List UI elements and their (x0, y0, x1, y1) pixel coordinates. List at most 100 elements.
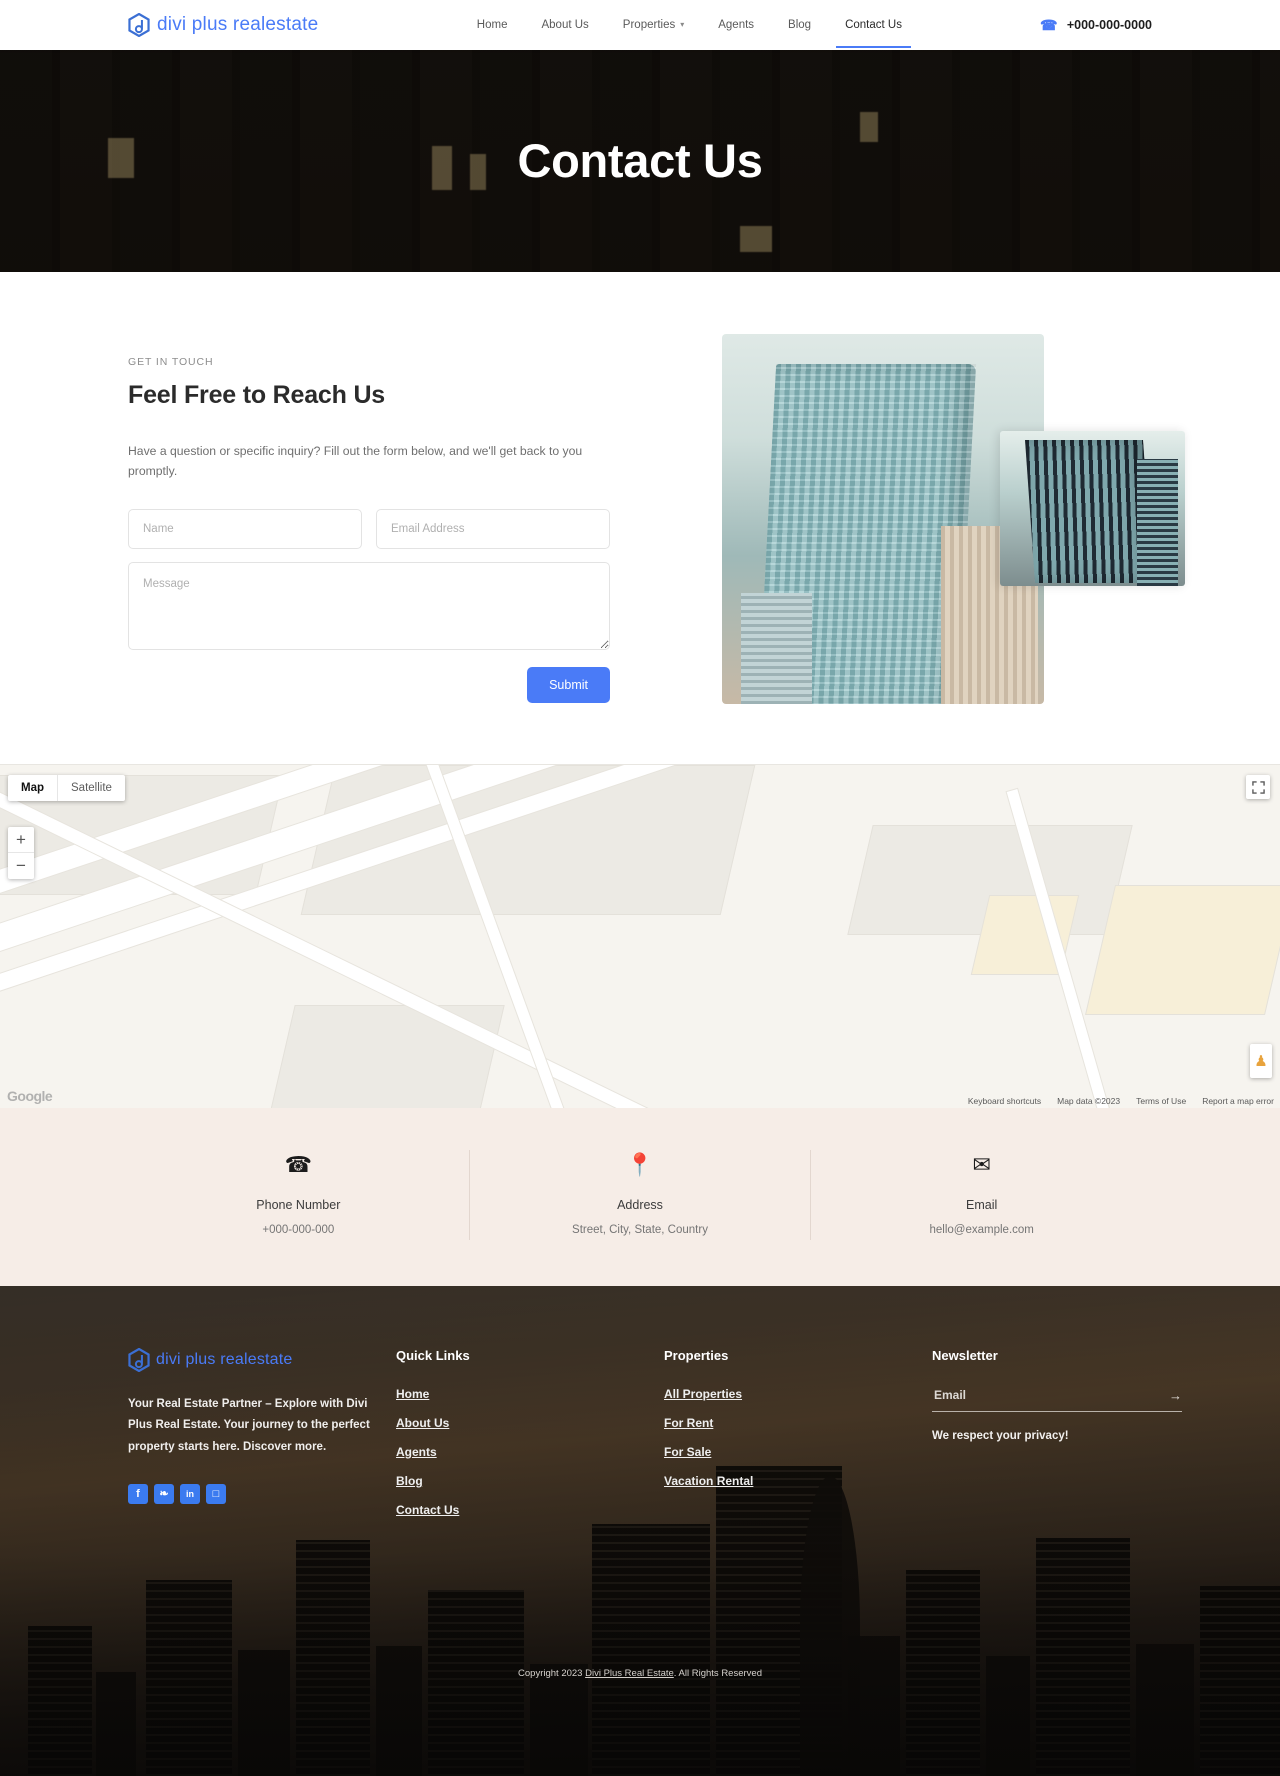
contact-form: Submit (128, 509, 610, 704)
site-logo-text: divi plus realestate (157, 14, 319, 35)
nav-item-blog[interactable]: Blog (771, 2, 828, 48)
zoom-in-button[interactable]: + (8, 827, 34, 853)
nav-item-home[interactable]: Home (460, 2, 525, 48)
info-card-value: +000-000-000 (262, 1224, 335, 1236)
map-canvas[interactable]: Ajmer Rd Ajmer Rd Ajmer Rd Ajmer Rd Jaip… (0, 765, 1280, 1108)
arrow-right-icon[interactable]: → (1169, 1388, 1182, 1403)
footer-columns: divi plus realestate Your Real Estate Pa… (128, 1348, 1182, 1532)
map-keyboard-shortcuts-link[interactable]: Keyboard shortcuts (968, 1096, 1041, 1106)
header-phone-number: +000-000-0000 (1066, 18, 1152, 32)
copyright-company-link[interactable]: Divi Plus Real Estate (585, 1668, 674, 1679)
name-input[interactable] (128, 509, 362, 550)
footer-link-vacation-rental[interactable]: Vacation Rental (664, 1474, 906, 1488)
newsletter-form: → (932, 1387, 1182, 1412)
info-card-address: 📍 Address Street, City, State, Country (468, 1150, 811, 1240)
footer-link-blog[interactable]: Blog (396, 1474, 638, 1488)
email-input[interactable] (376, 509, 610, 550)
contact-form-column: GET IN TOUCH Feel Free to Reach Us Have … (128, 334, 610, 704)
section-eyebrow: GET IN TOUCH (128, 356, 214, 368)
footer-social-links: f ❧ in □ (128, 1483, 370, 1504)
site-header: divi plus realestate Home About Us Prope… (0, 0, 1280, 50)
location-map[interactable]: Ajmer Rd Ajmer Rd Ajmer Rd Ajmer Rd Jaip… (0, 764, 1280, 1108)
nav-label: Properties (622, 19, 676, 31)
footer-logo[interactable]: divi plus realestate (128, 1348, 370, 1372)
footer-link-all-properties[interactable]: All Properties (664, 1387, 906, 1401)
street-view-pegman-icon: ♟ (1254, 1053, 1268, 1070)
footer-copyright: Copyright 2023 Divi Plus Real Estate. Al… (128, 1532, 1152, 1697)
header-phone-link[interactable]: ☎ +000-000-0000 (1040, 17, 1152, 34)
footer-link-for-sale[interactable]: For Sale (664, 1445, 906, 1459)
instagram-icon[interactable]: □ (206, 1483, 226, 1504)
footer-link-home[interactable]: Home (396, 1387, 638, 1401)
facebook-icon[interactable]: f (128, 1483, 148, 1504)
map-attribution-bar: Keyboard shortcuts Map data ©2023 Terms … (968, 1096, 1274, 1106)
map-terms-link[interactable]: Terms of Use (1136, 1096, 1186, 1106)
footer-link-for-rent[interactable]: For Rent (664, 1416, 906, 1430)
footer-column-title: Newsletter (932, 1348, 998, 1363)
footer-link-contact-us[interactable]: Contact Us (396, 1503, 638, 1517)
newsletter-privacy-note: We respect your privacy! (932, 1430, 1069, 1442)
header-inner: divi plus realestate Home About Us Prope… (0, 2, 1280, 48)
map-zoom-controls[interactable]: + − (8, 827, 34, 879)
google-attribution-logo: Google (7, 1088, 53, 1104)
footer-link-agents[interactable]: Agents (396, 1445, 638, 1459)
map-report-error-link[interactable]: Report a map error (1202, 1096, 1274, 1106)
envelope-icon: ✉ (972, 1152, 991, 1177)
phone-icon: ☎ (284, 1152, 313, 1177)
nav-item-agents[interactable]: Agents (701, 2, 771, 48)
footer-properties-column: Properties All Properties For Rent For S… (664, 1348, 906, 1532)
message-textarea[interactable] (128, 562, 610, 651)
map-type-switcher[interactable]: Map Satellite (8, 775, 125, 801)
copyright-prefix: Copyright 2023 (518, 1668, 586, 1679)
info-card-phone: ☎ Phone Number +000-000-000 (128, 1150, 469, 1240)
info-card-value: hello@example.com (929, 1224, 1034, 1236)
location-pin-icon: 📍 (626, 1152, 654, 1177)
skyscraper-photo-small (1000, 431, 1185, 586)
primary-navigation: Home About Us Properties ▾ Agents Blog C… (460, 2, 919, 48)
contact-image-collage (660, 334, 1185, 704)
map-data-label: Map data ©2023 (1057, 1096, 1121, 1106)
skyscraper-photo-large (722, 334, 1044, 704)
section-heading: Feel Free to Reach Us (128, 381, 386, 409)
phone-icon: ☎ (1040, 16, 1058, 33)
form-actions: Submit (128, 667, 610, 704)
nav-label: Blog (788, 19, 812, 31)
footer-about-text: Your Real Estate Partner – Explore with … (128, 1398, 370, 1453)
map-fullscreen-button[interactable] (1246, 775, 1270, 799)
info-card-email: ✉ Email hello@example.com (810, 1150, 1152, 1240)
nav-item-contact-us[interactable]: Contact Us (828, 2, 919, 48)
divi-plus-hexagon-logo-icon (128, 13, 150, 37)
section-description: Have a question or specific inquiry? Fil… (128, 444, 583, 478)
footer-link-about-us[interactable]: About Us (396, 1416, 638, 1430)
map-type-map-button[interactable]: Map (8, 775, 58, 801)
page-title: Contact Us (517, 134, 763, 187)
nav-item-properties[interactable]: Properties ▾ (606, 2, 701, 48)
fullscreen-icon (1251, 780, 1265, 794)
linkedin-icon[interactable]: in (180, 1483, 200, 1504)
contact-section: GET IN TOUCH Feel Free to Reach Us Have … (0, 272, 1280, 764)
page-hero: Contact Us (0, 50, 1280, 272)
nav-label: Contact Us (845, 19, 902, 31)
copyright-suffix: . All Rights Reserved (673, 1668, 762, 1679)
form-field-row (128, 509, 610, 550)
nav-label: About Us (541, 19, 589, 31)
zoom-out-button[interactable]: − (8, 853, 34, 879)
contact-info-strip: ☎ Phone Number +000-000-000 📍 Address St… (0, 1108, 1280, 1286)
footer-column-title: Properties (664, 1348, 729, 1363)
twitter-icon[interactable]: ❧ (154, 1483, 174, 1504)
footer-quick-links-column: Quick Links Home About Us Agents Blog Co… (396, 1348, 638, 1532)
divi-plus-hexagon-logo-icon (128, 1348, 150, 1372)
footer-logo-text: divi plus realestate (156, 1351, 293, 1368)
site-logo[interactable]: divi plus realestate (128, 13, 318, 37)
chevron-down-icon: ▾ (680, 20, 685, 29)
map-type-satellite-button[interactable]: Satellite (58, 775, 125, 801)
submit-button[interactable]: Submit (527, 667, 610, 704)
info-card-title: Address (617, 1198, 663, 1212)
site-footer: divi plus realestate Your Real Estate Pa… (0, 1286, 1280, 1776)
nav-item-about-us[interactable]: About Us (524, 2, 605, 48)
nav-label: Home (476, 19, 508, 31)
info-card-value: Street, City, State, Country (572, 1224, 708, 1236)
newsletter-email-input[interactable] (932, 1387, 1169, 1403)
info-card-title: Email (966, 1198, 998, 1212)
street-view-pegman-button[interactable]: ♟ (1250, 1044, 1272, 1078)
